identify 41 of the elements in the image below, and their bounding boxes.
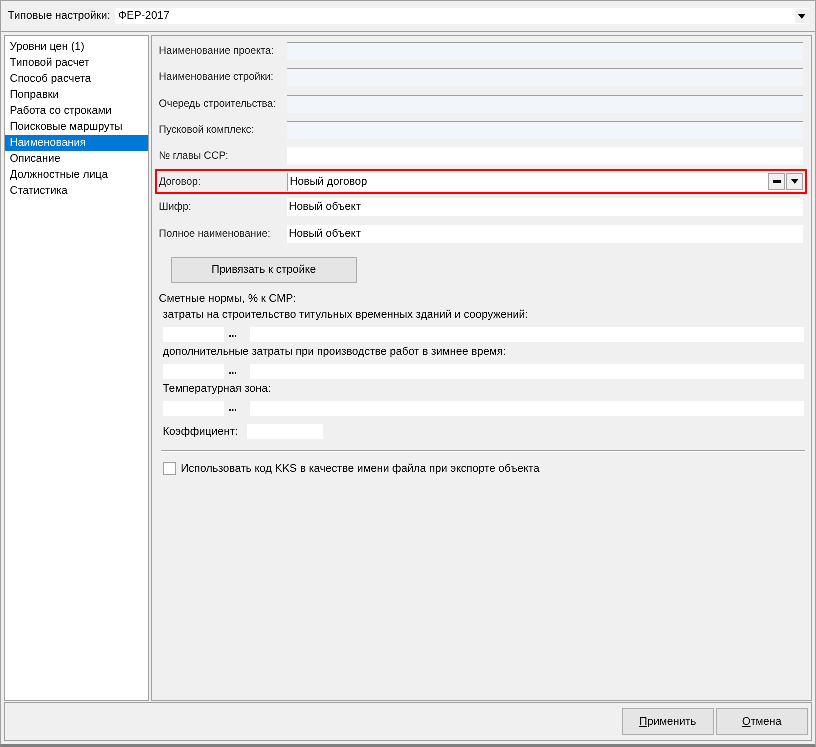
input-field[interactable]	[287, 94, 803, 113]
field-label: Договор:	[159, 176, 202, 188]
dialog-button[interactable]: Применить	[622, 708, 714, 735]
field-label: № главы ССР:	[159, 150, 230, 162]
bind-button[interactable]: Привязать к стройке	[171, 257, 357, 284]
field-label: Наименование проекта:	[159, 45, 275, 57]
dropdown-arrow-icon	[790, 179, 798, 184]
field-label: дополнительные затраты при производстве работ в зимнее время:	[163, 346, 508, 358]
section-title: Сметные нормы, % к СМР:	[159, 293, 298, 306]
field-label: затраты на строительство титульных временных зданий и сооружений:	[163, 309, 530, 322]
sidebar-item[interactable]: Типовой расчет	[5, 55, 148, 71]
sidebar-item[interactable]: Статистика	[5, 183, 148, 199]
input-field[interactable]	[287, 68, 803, 86]
field-label: Пусковой комплекс:	[159, 124, 256, 136]
sidebar-item[interactable]: Должностные лица	[5, 167, 148, 183]
sidebar-item[interactable]: Работа со строками	[5, 103, 148, 119]
checkbox[interactable]	[163, 462, 176, 476]
sidebar-item[interactable]: Поправки	[5, 87, 148, 103]
preset-label: Типовые настройки:	[8, 10, 111, 22]
field-label: Наименование стройки:	[159, 71, 275, 84]
sidebar-item[interactable]: Поисковые маршруты	[5, 119, 148, 135]
input-field[interactable]: Новый объект	[287, 198, 803, 216]
field-label: Температурная зона:	[163, 383, 272, 396]
minus-icon	[772, 180, 780, 184]
field-label: Коэффициент:	[163, 426, 238, 438]
dialog-button[interactable]: Отмена	[716, 708, 808, 735]
sidebar-item[interactable]: Способ расчета	[5, 71, 148, 87]
field-label: Шифр:	[159, 201, 192, 214]
sidebar-item[interactable]: Наименования	[5, 135, 148, 151]
input-field[interactable]	[287, 42, 803, 60]
field-label: Очередь строительства:	[159, 98, 277, 110]
contract-dropdown[interactable]: Новый договор	[287, 172, 803, 191]
sidebar-item[interactable]: Описание	[5, 151, 148, 167]
field-label: Полное наименование:	[159, 228, 272, 240]
input-field[interactable]	[287, 120, 803, 139]
input-field[interactable]: Новый объект	[287, 224, 803, 243]
clear-button[interactable]	[768, 173, 785, 190]
dropdown-button[interactable]	[786, 173, 803, 190]
sidebar-item[interactable]: Уровни цен (1)	[5, 39, 148, 55]
checkbox-label: Использовать код KKS в качестве имени файла при экспорте объекта	[181, 462, 540, 475]
preset-dropdown[interactable]: ФЕР-2017	[114, 8, 809, 24]
